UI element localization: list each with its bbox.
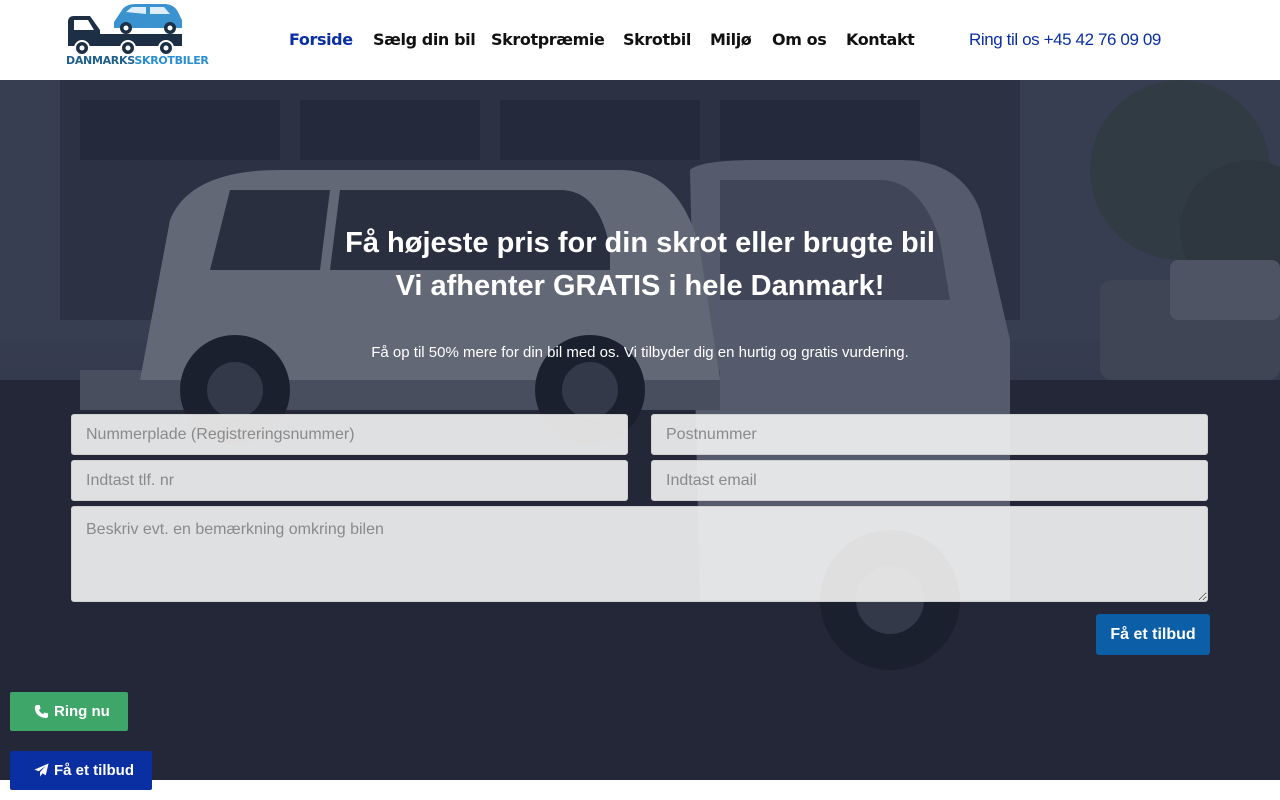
floating-quote-label: Få et tilbud [54, 762, 134, 779]
note-textarea[interactable] [71, 506, 1208, 602]
floating-call-button[interactable]: Ring nu [10, 692, 128, 731]
phone-input[interactable] [71, 460, 628, 501]
hero-title-line-1: Få højeste pris for din skrot eller brug… [345, 227, 935, 259]
nav-item-kontakt[interactable]: Kontakt [846, 30, 915, 49]
floating-call-label: Ring nu [54, 703, 110, 720]
logo-wordmark: DANMARKSSKROTBILER [66, 54, 209, 67]
site-logo[interactable]: DANMARKSSKROTBILER [66, 0, 209, 70]
hero-subtitle: Få op til 50% mere for din bil med os. V… [371, 344, 909, 361]
plate-input[interactable] [71, 414, 628, 455]
nav-item-om-os[interactable]: Om os [772, 30, 827, 49]
zip-input[interactable] [651, 414, 1208, 455]
logo-word-b: SKROTBILER [134, 54, 209, 67]
nav-item-forside[interactable]: Forside [289, 30, 353, 49]
hero-title-line-2: Vi afhenter GRATIS i hele Danmark! [395, 270, 885, 302]
hero-section: Få højeste pris for din skrot eller brug… [0, 80, 1280, 780]
logo-word-a: DANMARKS [66, 54, 135, 67]
nav-item-saelg-din-bil[interactable]: Sælg din bil [373, 30, 476, 49]
hero-title: Få højeste pris for din skrot eller brug… [0, 222, 1280, 308]
nav-item-skrotbil[interactable]: Skrotbil [623, 30, 691, 49]
floating-quote-button[interactable]: Få et tilbud [10, 751, 152, 790]
phone-icon [34, 704, 49, 719]
header-phone-link[interactable]: Ring til os +45 42 76 09 09 [969, 30, 1161, 50]
tow-truck-logo-icon [68, 4, 182, 56]
get-quote-submit-button[interactable]: Få et tilbud [1096, 614, 1210, 655]
site-header: DANMARKSSKROTBILER Forside Sælg din bil … [0, 0, 1280, 80]
nav-item-skrotpraemie[interactable]: Skrotpræmie [491, 30, 605, 49]
nav-item-miljo[interactable]: Miljø [710, 30, 752, 49]
email-input[interactable] [651, 460, 1208, 501]
paper-plane-icon [34, 763, 49, 777]
